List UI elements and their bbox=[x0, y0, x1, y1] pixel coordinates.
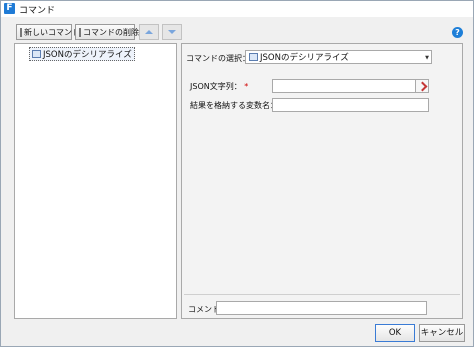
new-command-button[interactable]: 新しいコマンド bbox=[16, 24, 80, 40]
command-icon bbox=[32, 50, 41, 58]
divider bbox=[184, 294, 460, 295]
move-up-button[interactable] bbox=[139, 24, 159, 40]
app-icon: F bbox=[4, 3, 15, 14]
comment-input[interactable] bbox=[216, 301, 427, 315]
title-bar: F コマンド bbox=[1, 1, 473, 17]
help-icon[interactable]: ? bbox=[452, 27, 463, 38]
new-command-icon bbox=[20, 27, 22, 37]
command-icon bbox=[249, 53, 258, 61]
tree-item[interactable]: JSONのデシリアライズ bbox=[29, 47, 135, 61]
json-string-input[interactable] bbox=[272, 79, 429, 93]
delete-command-button[interactable]: コマンドの削除 bbox=[75, 24, 139, 40]
cancel-button[interactable]: キャンセル bbox=[419, 324, 465, 342]
command-settings-panel: コマンドの選択： JSONのデシリアライズ ▼ JSON文字列： * 結果を格納… bbox=[181, 43, 463, 319]
ok-button[interactable]: OK bbox=[375, 324, 415, 342]
required-mark: * bbox=[244, 82, 249, 91]
command-tree: JSONのデシリアライズ bbox=[14, 43, 177, 319]
chevron-down-icon: ▼ bbox=[425, 55, 429, 61]
json-string-label-wrap: JSON文字列： * bbox=[190, 81, 248, 92]
new-command-label: 新しいコマンド bbox=[24, 27, 80, 37]
tree-item-label: JSONのデシリアライズ bbox=[43, 50, 132, 60]
arrow-up-icon bbox=[145, 30, 153, 34]
move-down-button[interactable] bbox=[162, 24, 182, 40]
window-title: コマンド bbox=[19, 6, 56, 16]
command-select[interactable]: JSONのデシリアライズ ▼ bbox=[245, 50, 432, 64]
command-dialog: F コマンド 新しいコマンド コマンドの削除 ? JSONのデシリアライズ コマ… bbox=[0, 0, 474, 347]
delete-command-icon bbox=[79, 27, 81, 37]
delete-command-label: コマンドの削除 bbox=[83, 27, 139, 37]
result-var-label: 結果を格納する変数名： bbox=[190, 101, 278, 110]
json-string-label: JSON文字列： bbox=[190, 82, 242, 91]
command-select-label: コマンドの選択： bbox=[186, 54, 250, 63]
result-var-input[interactable] bbox=[272, 98, 429, 112]
arrow-down-icon bbox=[168, 30, 176, 34]
command-select-value: JSONのデシリアライズ bbox=[260, 53, 349, 63]
variable-picker-icon[interactable] bbox=[415, 80, 428, 92]
